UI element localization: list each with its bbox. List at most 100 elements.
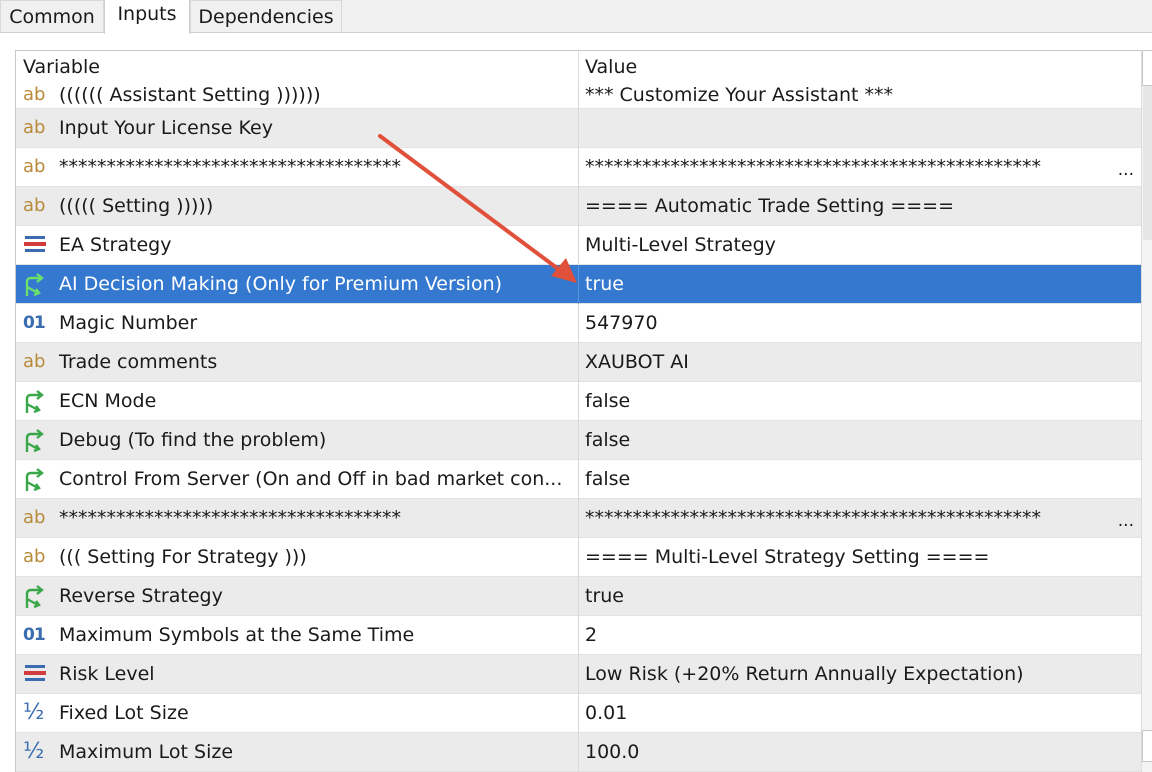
table-row[interactable]: ab ************************************ **… bbox=[16, 499, 1142, 538]
variable-name: ECN Mode bbox=[59, 390, 157, 412]
variable-value[interactable]: 547970 bbox=[585, 312, 1137, 334]
bool-type-icon bbox=[23, 273, 49, 297]
bool-type-icon bbox=[23, 585, 49, 609]
variable-value[interactable]: ****************************************… bbox=[585, 156, 1115, 178]
variable-value[interactable]: true bbox=[585, 273, 1137, 295]
cell-divider bbox=[578, 616, 579, 655]
variable-value[interactable]: Low Risk (+20% Return Annually Expectati… bbox=[585, 663, 1137, 685]
tab-bar: Common Inputs Dependencies bbox=[0, 0, 1152, 34]
text-type-icon: ab bbox=[23, 351, 46, 372]
bool-type-icon bbox=[23, 390, 49, 414]
cell-divider bbox=[578, 577, 579, 616]
bool-type-icon bbox=[23, 429, 49, 453]
text-type-icon: ab bbox=[23, 117, 46, 138]
table-row[interactable]: ECN Mode false bbox=[16, 382, 1142, 421]
enum-type-icon bbox=[23, 663, 49, 685]
truncation-ellipsis: ... bbox=[1117, 160, 1134, 180]
table-row[interactable]: ab ((((( Setting ))))) ==== Automatic Trad… bbox=[16, 187, 1142, 226]
tab-inputs[interactable]: Inputs bbox=[104, 0, 190, 34]
cell-divider bbox=[578, 265, 579, 304]
cell-divider bbox=[578, 460, 579, 499]
double-type-icon: ½ bbox=[23, 700, 45, 725]
variable-name: Fixed Lot Size bbox=[59, 702, 189, 724]
table-body: ab (((((( Assistant Setting )))))) *** Cus… bbox=[16, 82, 1142, 772]
integer-type-icon: 01 bbox=[23, 625, 46, 645]
variable-name: Input Your License Key bbox=[59, 117, 273, 139]
variable-name: ************************************ bbox=[59, 156, 401, 178]
cell-divider bbox=[578, 187, 579, 226]
variable-name: Risk Level bbox=[59, 663, 155, 685]
cell-divider bbox=[578, 382, 579, 421]
variable-name: ((((( Setting ))))) bbox=[59, 195, 214, 217]
variable-name: (((((( Assistant Setting )))))) bbox=[59, 84, 321, 106]
cell-divider bbox=[578, 733, 579, 772]
variable-value[interactable]: ****************************************… bbox=[585, 507, 1115, 529]
table-row[interactable]: 01 Maximum Symbols at the Same Time 2 bbox=[16, 616, 1142, 655]
table-row[interactable]: ab ((( Setting For Strategy ))) ==== Multi… bbox=[16, 538, 1142, 577]
table-row[interactable]: 01 Magic Number 547970 bbox=[16, 304, 1142, 343]
table-row[interactable]: Debug (To find the problem) false bbox=[16, 421, 1142, 460]
variable-value[interactable]: false bbox=[585, 429, 1137, 451]
cell-divider bbox=[578, 343, 579, 382]
table-row[interactable]: Risk Level Low Risk (+20% Return Annually… bbox=[16, 655, 1142, 694]
vertical-scrollbar[interactable] bbox=[1141, 50, 1152, 772]
variable-value[interactable]: ==== Multi-Level Strategy Setting ==== bbox=[585, 546, 1137, 568]
variable-name: Trade comments bbox=[59, 351, 218, 373]
truncation-ellipsis: ... bbox=[1117, 511, 1134, 531]
variable-name: EA Strategy bbox=[59, 234, 172, 256]
enum-type-icon bbox=[23, 234, 49, 256]
cell-divider bbox=[578, 499, 579, 538]
variable-name: Debug (To find the problem) bbox=[59, 429, 327, 451]
table-row[interactable]: EA Strategy Multi-Level Strategy bbox=[16, 226, 1142, 265]
variable-value[interactable]: true bbox=[585, 585, 1137, 607]
text-type-icon: ab bbox=[23, 546, 46, 567]
text-type-icon: ab bbox=[23, 507, 46, 528]
column-header-value[interactable]: Value bbox=[585, 56, 637, 78]
variable-value[interactable]: false bbox=[585, 390, 1137, 412]
table-row[interactable]: ½ Maximum Lot Size 100.0 bbox=[16, 733, 1142, 772]
table-row[interactable]: Reverse Strategy true bbox=[16, 577, 1142, 616]
variable-name: Reverse Strategy bbox=[59, 585, 223, 607]
table-row[interactable]: Control From Server (On and Off in bad m… bbox=[16, 460, 1142, 499]
scroll-thumb[interactable] bbox=[1143, 86, 1152, 240]
cell-divider bbox=[578, 109, 579, 148]
scroll-down-button[interactable] bbox=[1142, 730, 1152, 762]
variable-value[interactable]: Multi-Level Strategy bbox=[585, 234, 1137, 256]
integer-type-icon: 01 bbox=[23, 313, 46, 333]
table-row[interactable]: AI Decision Making (Only for Premium Ver… bbox=[16, 265, 1142, 304]
variable-value[interactable]: XAUBOT AI bbox=[585, 351, 1137, 373]
cell-divider bbox=[578, 304, 579, 343]
cell-divider bbox=[578, 148, 579, 187]
variable-name: Control From Server (On and Off in bad m… bbox=[59, 468, 563, 490]
double-type-icon: ½ bbox=[23, 739, 45, 764]
table-header: Variable Value bbox=[16, 51, 1142, 82]
variable-value[interactable]: 0.01 bbox=[585, 702, 1137, 724]
cell-divider bbox=[578, 655, 579, 694]
text-type-icon: ab bbox=[23, 156, 46, 177]
column-header-variable[interactable]: Variable bbox=[23, 56, 100, 78]
table-row[interactable]: ab Input Your License Key bbox=[16, 109, 1142, 148]
variable-name: Magic Number bbox=[59, 312, 198, 334]
variable-name: Maximum Symbols at the Same Time bbox=[59, 624, 415, 646]
table-row[interactable]: ab ************************************ **… bbox=[16, 148, 1142, 187]
table-row[interactable]: ½ Fixed Lot Size 0.01 bbox=[16, 694, 1142, 733]
variable-value[interactable]: ==== Automatic Trade Setting ==== bbox=[585, 195, 1137, 217]
variable-value[interactable]: false bbox=[585, 468, 1137, 490]
table-row[interactable]: ab (((((( Assistant Setting )))))) *** Cus… bbox=[16, 82, 1142, 109]
table-row[interactable]: ab Trade comments XAUBOT AI bbox=[16, 343, 1142, 382]
variable-name: ************************************ bbox=[59, 507, 401, 529]
inputs-table: Variable Value ab (((((( Assistant Settin… bbox=[15, 50, 1152, 772]
variable-value[interactable]: 100.0 bbox=[585, 741, 1137, 763]
variable-value[interactable]: 2 bbox=[585, 624, 1137, 646]
cell-divider bbox=[578, 421, 579, 460]
column-divider[interactable] bbox=[578, 51, 579, 82]
tab-common[interactable]: Common bbox=[0, 0, 104, 33]
text-type-icon: ab bbox=[23, 84, 46, 105]
text-type-icon: ab bbox=[23, 195, 46, 216]
variable-value[interactable]: *** Customize Your Assistant *** bbox=[585, 84, 1137, 106]
cell-divider bbox=[578, 226, 579, 265]
cell-divider bbox=[578, 82, 579, 109]
cell-divider bbox=[578, 538, 579, 577]
scroll-up-button[interactable] bbox=[1142, 50, 1152, 86]
tab-dependencies[interactable]: Dependencies bbox=[190, 0, 342, 33]
